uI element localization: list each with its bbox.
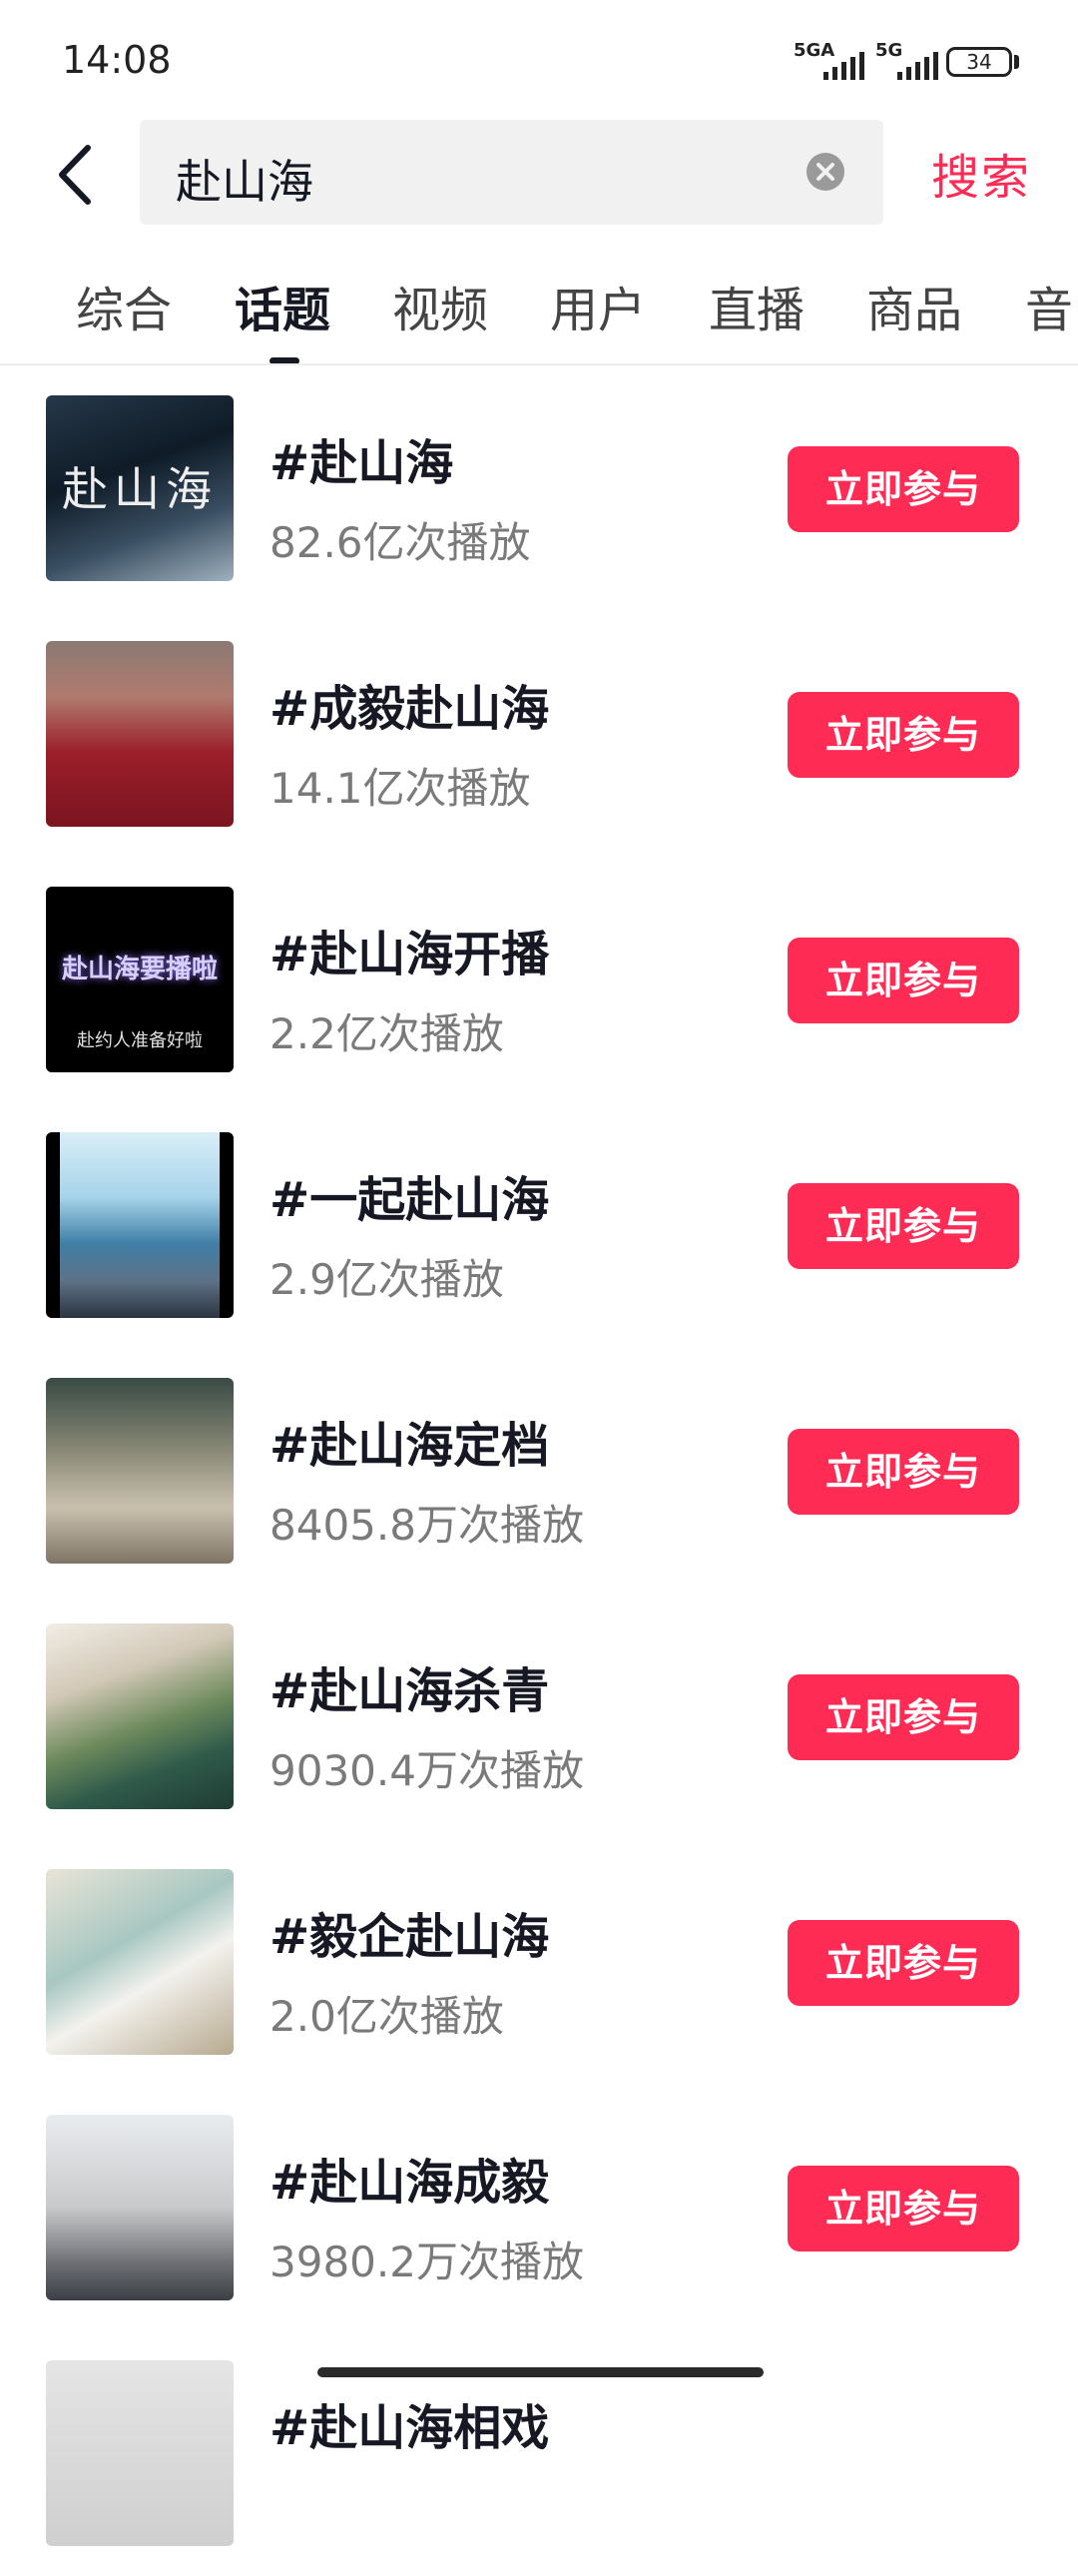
join-button[interactable]: 立即参与 (788, 446, 1019, 532)
topic-row[interactable]: #赴山海成毅 3980.2万次播放 立即参与 (0, 2085, 1078, 2330)
join-button[interactable]: 立即参与 (788, 1183, 1019, 1269)
topic-thumbnail (46, 2360, 234, 2546)
topic-play-count: 2.0亿次播放 (270, 1992, 504, 2041)
topic-row[interactable]: 赴山海要播啦 赴约人准备好啦 #赴山海开播 2.2亿次播放 立即参与 (0, 857, 1078, 1102)
battery-tip (1014, 55, 1019, 69)
tab-users[interactable]: 用户 (550, 271, 646, 340)
topic-title: #赴山海杀青 (270, 1663, 550, 1719)
topic-row[interactable]: 赴山海 #赴山海 82.6亿次播放 立即参与 (0, 365, 1078, 611)
topic-thumbnail (46, 1623, 234, 1809)
join-button[interactable]: 立即参与 (788, 1674, 1019, 1760)
topic-play-count: 9030.4万次播放 (270, 1746, 584, 1795)
search-button[interactable]: 搜索 (931, 138, 1031, 208)
topic-row[interactable]: #成毅赴山海 14.1亿次播放 立即参与 (0, 611, 1078, 857)
topic-thumbnail (46, 641, 234, 827)
topic-thumbnail (46, 1869, 234, 2055)
join-button[interactable]: 立即参与 (788, 938, 1019, 1023)
search-input[interactable]: 赴山海 (140, 120, 883, 225)
topic-title: #成毅赴山海 (270, 681, 550, 737)
topic-thumbnail: 赴山海 (46, 395, 234, 581)
topic-play-count: 3980.2万次播放 (270, 2238, 584, 2286)
battery-icon: 34 (946, 47, 1012, 77)
clear-search-button[interactable] (805, 151, 846, 193)
topic-title: #赴山海开播 (270, 927, 550, 982)
battery-level: 34 (966, 50, 992, 74)
status-time: 14:08 (62, 38, 172, 82)
join-button[interactable]: 立即参与 (788, 1920, 1019, 2006)
topic-play-count: 2.9亿次播放 (270, 1255, 504, 1304)
topic-row[interactable]: #一起赴山海 2.9亿次播放 立即参与 (0, 1102, 1078, 1348)
home-indicator[interactable] (317, 2367, 764, 2377)
topic-title: #毅企赴山海 (270, 1909, 550, 1965)
clear-icon (807, 153, 844, 191)
tab-products[interactable]: 商品 (866, 271, 962, 340)
topic-thumbnail (46, 2115, 234, 2300)
status-bar: 14:08 5GA 5G 34 (0, 0, 1078, 120)
topic-row[interactable]: #赴山海定档 8405.8万次播放 立即参与 (0, 1348, 1078, 1594)
topic-row[interactable]: #赴山海杀青 9030.4万次播放 立即参与 (0, 1594, 1078, 1839)
signal-5g-icon: 5G (875, 40, 945, 80)
search-query: 赴山海 (176, 155, 313, 209)
topic-thumbnail (46, 1132, 234, 1318)
tab-live[interactable]: 直播 (709, 271, 805, 340)
topic-play-count: 14.1亿次播放 (270, 764, 531, 813)
topic-play-count: 2.2亿次播放 (270, 1009, 504, 1058)
chevron-left-icon (59, 145, 91, 205)
topic-row[interactable]: #毅企赴山海 2.0亿次播放 立即参与 (0, 1839, 1078, 2085)
tab-comprehensive[interactable]: 综合 (76, 271, 172, 340)
topic-title: #赴山海 (270, 435, 454, 491)
topic-thumbnail (46, 1378, 234, 1564)
topic-title: #赴山海成毅 (270, 2155, 550, 2211)
topic-play-count: 82.6亿次播放 (270, 518, 531, 567)
topic-title: #赴山海定档 (270, 1418, 550, 1474)
tab-topics[interactable]: 话题 (235, 271, 330, 340)
topic-title: #一起赴山海 (270, 1172, 550, 1228)
join-button[interactable]: 立即参与 (788, 1429, 1019, 1515)
tab-videos[interactable]: 视频 (392, 271, 488, 340)
topic-play-count: 8405.8万次播放 (270, 1501, 584, 1550)
join-button[interactable]: 立即参与 (788, 2166, 1019, 2252)
category-tabs: 综合 话题 视频 用户 直播 商品 音 (0, 265, 1078, 364)
back-button[interactable] (50, 140, 110, 210)
tab-music[interactable]: 音 (1025, 271, 1073, 340)
join-button[interactable]: 立即参与 (788, 692, 1019, 778)
signal-5ga-icon: 5GA (794, 40, 883, 80)
topic-thumbnail: 赴山海要播啦 赴约人准备好啦 (46, 887, 234, 1072)
